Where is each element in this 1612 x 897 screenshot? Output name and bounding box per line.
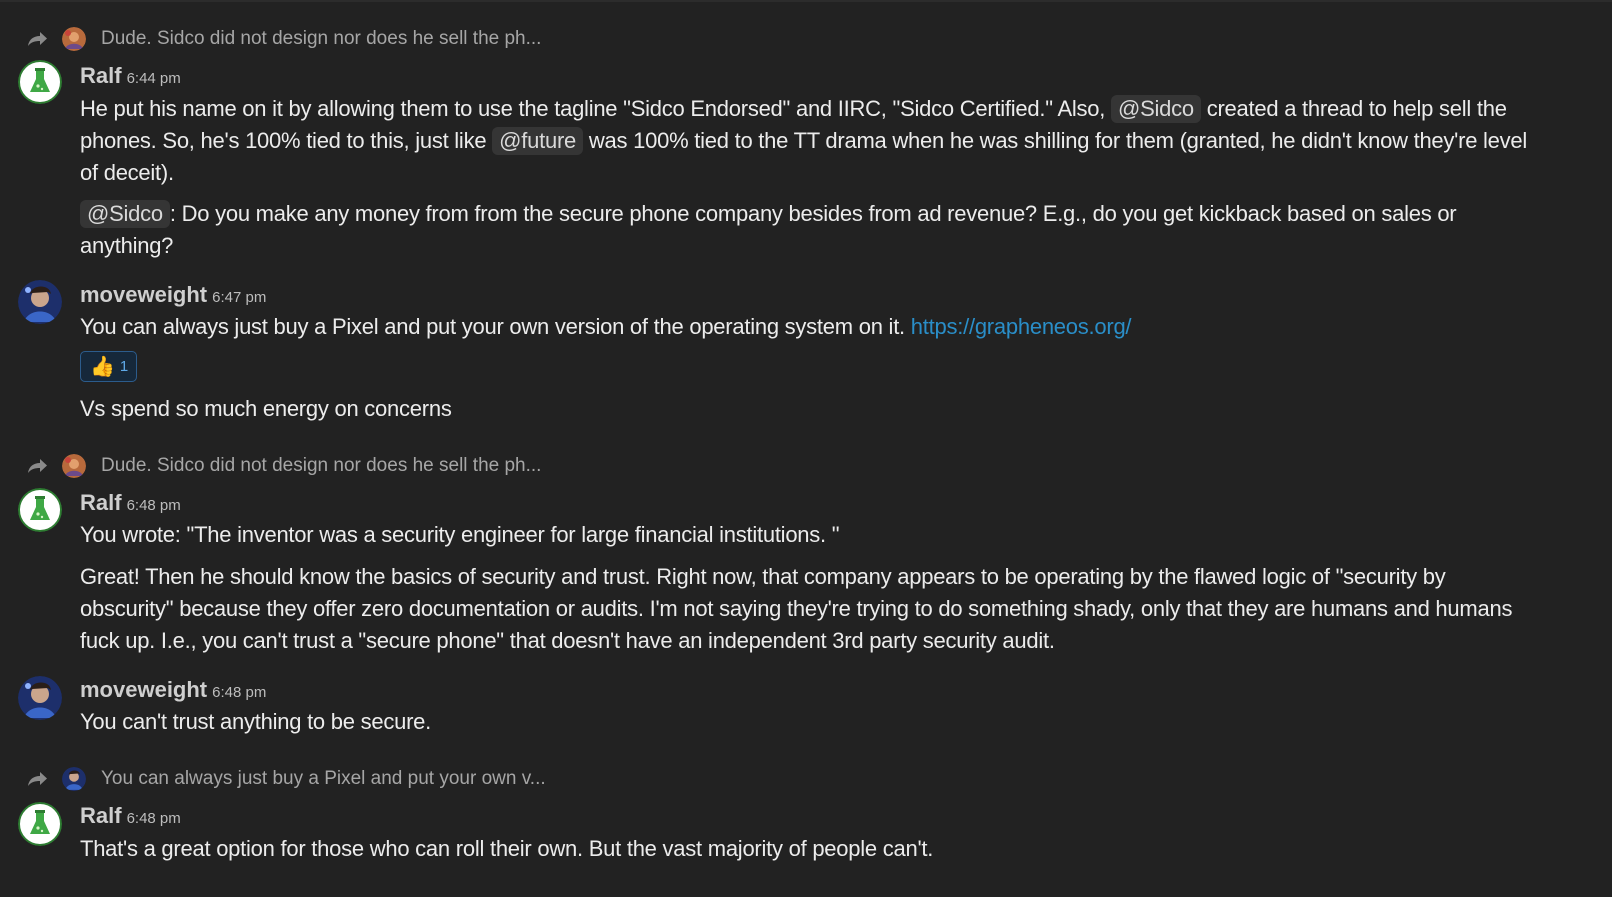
message-line: anything? — [80, 233, 174, 258]
message-line: Great! Then he should know the basics of… — [80, 564, 1446, 589]
timestamp[interactable]: 6:47 pm — [212, 289, 266, 306]
author-name[interactable]: moveweight — [80, 282, 207, 308]
message-link[interactable]: https://grapheneos.org/ — [911, 314, 1132, 339]
reply-arrow-icon — [28, 772, 47, 786]
reply-preview[interactable]: Dude. Sidco did not design nor does he s… — [26, 26, 541, 52]
message-header: Ralf 6:48 pm — [80, 490, 181, 516]
author-name[interactable]: moveweight — [80, 677, 207, 703]
timestamp[interactable]: 6:48 pm — [127, 497, 181, 514]
thumbs-up-icon: 👍 — [90, 355, 115, 378]
message-line: You wrote: "The inventor was a security … — [80, 522, 840, 547]
message-body: You can't trust anything to be secure. — [80, 709, 432, 734]
timestamp[interactable]: 6:48 pm — [212, 684, 266, 701]
author-name[interactable]: Ralf — [80, 63, 122, 89]
sidco-avatar[interactable] — [62, 454, 86, 478]
message-body: You can always just buy a Pixel and put … — [80, 314, 1132, 339]
message-line: of deceit). — [80, 160, 174, 185]
reply-preview[interactable]: Dude. Sidco did not design nor does he s… — [26, 453, 541, 479]
timestamp[interactable]: 6:48 pm — [127, 810, 181, 827]
message-line: phones. So, he's 100% tied to this, just… — [80, 127, 1528, 155]
ralf-avatar[interactable] — [18, 488, 62, 532]
author-name[interactable]: Ralf — [80, 490, 122, 516]
moveweight-avatar[interactable] — [18, 280, 62, 324]
message-line: obscurity" because they offer zero docum… — [80, 596, 1513, 621]
mention[interactable]: @future — [492, 127, 584, 155]
message-header: moveweight 6:47 pm — [80, 282, 266, 308]
message-line: fuck up. I.e., you can't trust a "secure… — [80, 628, 1055, 653]
reply-arrow-icon — [28, 459, 47, 473]
ralf-avatar[interactable] — [18, 60, 62, 104]
reply-preview-text: Dude. Sidco did not design nor does he s… — [101, 28, 542, 49]
mention[interactable]: @Sidco — [1110, 95, 1201, 123]
message-header: Ralf 6:48 pm — [80, 803, 181, 829]
reaction-count: 1 — [119, 358, 129, 375]
reply-preview[interactable]: You can always just buy a Pixel and put … — [26, 766, 546, 792]
reply-arrow-icon — [28, 32, 47, 46]
message-body: That's a great option for those who can … — [80, 836, 934, 861]
ralf-avatar[interactable] — [18, 802, 62, 846]
message-header: Ralf 6:44 pm — [80, 63, 181, 89]
mention[interactable]: @Sidco — [80, 200, 170, 228]
timestamp[interactable]: 6:44 pm — [127, 70, 181, 87]
reply-preview-text: You can always just buy a Pixel and put … — [101, 768, 546, 789]
author-name[interactable]: Ralf — [80, 803, 122, 829]
message-line: @Sidco: Do you make any money from from … — [80, 198, 1600, 230]
message-body: He put his name on it by allowing them t… — [80, 93, 1600, 262]
top-divider — [0, 0, 1612, 2]
message-body: You wrote: "The inventor was a security … — [80, 519, 1600, 657]
message-body: Vs spend so much energy on concerns — [80, 396, 452, 421]
moveweight-avatar[interactable] — [18, 676, 62, 720]
message-header: moveweight 6:48 pm — [80, 677, 266, 703]
reply-preview-text: Dude. Sidco did not design nor does he s… — [101, 455, 542, 476]
reaction-thumbs-up[interactable]: 👍 1 — [80, 351, 137, 382]
sidco-avatar[interactable] — [62, 27, 86, 51]
moveweight-avatar[interactable] — [62, 767, 86, 791]
message-line: He put his name on it by allowing them t… — [80, 95, 1507, 123]
